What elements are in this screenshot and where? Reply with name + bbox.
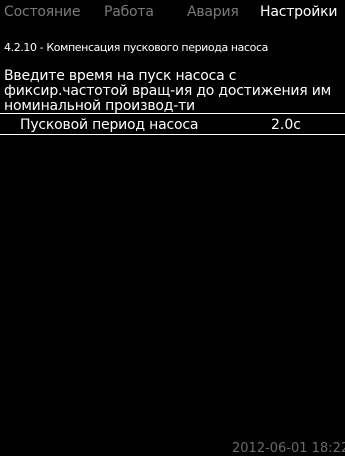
setting-row-pump-start-period[interactable]: Пусковой период насоса 2.0с — [0, 116, 345, 135]
tab-settings[interactable]: Настройки — [260, 4, 337, 20]
setting-value[interactable]: 2.0с — [271, 117, 301, 133]
tab-status[interactable]: Состояние — [4, 4, 80, 20]
tab-operation[interactable]: Работа — [104, 4, 154, 20]
divider — [0, 113, 345, 114]
breadcrumb: 4.2.10 - Компенсация пускового периода н… — [4, 41, 268, 54]
description-line: фиксир.частотой вращ-ия до достижения им — [4, 83, 332, 99]
timestamp: 2012-06-01 18:22 — [232, 441, 345, 456]
description-line: номинальной производ-ти — [4, 98, 195, 114]
setting-label: Пусковой период насоса — [20, 117, 199, 133]
description-line: Введите время на пуск насоса с — [4, 68, 237, 84]
tab-alarm[interactable]: Авария — [187, 4, 239, 20]
tab-bar: Состояние Работа Авария Настройки — [0, 0, 345, 24]
description-text: Введите время на пуск насоса с фиксир.ча… — [4, 69, 344, 114]
